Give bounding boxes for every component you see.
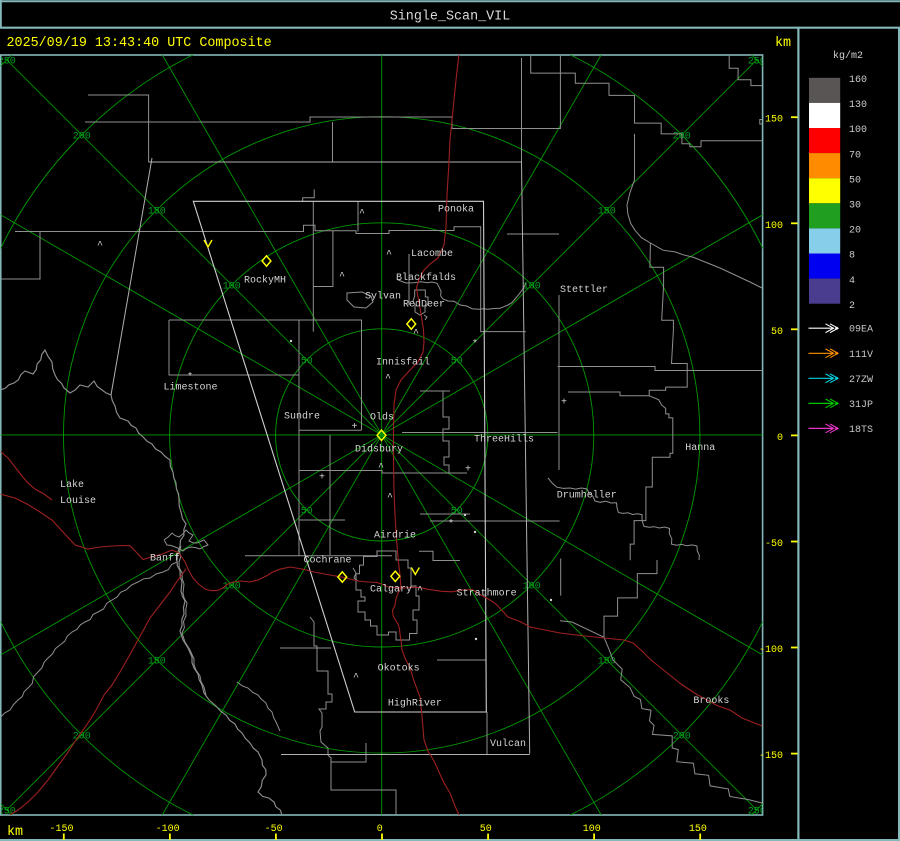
- svg-text:09EA: 09EA: [849, 325, 873, 336]
- svg-text:^: ^: [97, 241, 103, 252]
- svg-text:Stettler: Stettler: [560, 284, 608, 296]
- svg-text:^: ^: [413, 329, 419, 340]
- svg-text:160: 160: [849, 75, 867, 86]
- svg-text:50: 50: [301, 356, 313, 367]
- svg-text:Olds: Olds: [370, 412, 394, 424]
- svg-text:RedDeer: RedDeer: [403, 299, 445, 311]
- svg-text:150: 150: [765, 115, 783, 126]
- svg-text:Single_Scan_VIL: Single_Scan_VIL: [390, 10, 511, 25]
- svg-text:111V: 111V: [849, 350, 873, 361]
- svg-text:^: ^: [359, 209, 365, 220]
- svg-text:100: 100: [849, 125, 867, 136]
- svg-text:150: 150: [148, 656, 166, 667]
- svg-text:Drumheller: Drumheller: [557, 490, 617, 502]
- svg-text:^: ^: [387, 493, 393, 504]
- svg-text:2025/09/19 13:43:40 UTC Compos: 2025/09/19 13:43:40 UTC Composite: [7, 36, 272, 51]
- svg-text:50: 50: [451, 506, 463, 517]
- svg-text:50: 50: [480, 824, 492, 835]
- svg-text:100: 100: [523, 581, 541, 592]
- svg-text:Vulcan: Vulcan: [490, 738, 526, 750]
- svg-text:50: 50: [771, 327, 783, 338]
- svg-text:-150: -150: [49, 824, 73, 835]
- svg-text:150: 150: [148, 206, 166, 217]
- svg-text:2: 2: [849, 301, 855, 312]
- svg-text:150: 150: [689, 824, 707, 835]
- svg-text:100: 100: [765, 221, 783, 232]
- svg-text:100: 100: [523, 281, 541, 292]
- svg-text:Sundre: Sundre: [284, 411, 320, 423]
- svg-text:kg/m2: kg/m2: [833, 50, 863, 62]
- svg-text:+: +: [319, 473, 325, 484]
- svg-text:-50: -50: [265, 824, 283, 835]
- svg-text:HighRiver: HighRiver: [388, 698, 442, 710]
- svg-text:Strathmore: Strathmore: [457, 588, 517, 600]
- svg-text:*: *: [472, 339, 478, 351]
- svg-text:50: 50: [301, 506, 313, 517]
- svg-text:31JP: 31JP: [849, 400, 873, 411]
- svg-text:Sylvan: Sylvan: [365, 291, 401, 303]
- svg-text:30: 30: [849, 201, 861, 212]
- svg-text:200: 200: [673, 731, 691, 742]
- svg-text:-100: -100: [156, 824, 180, 835]
- svg-text:+: +: [465, 465, 471, 476]
- svg-text:ThreeHills: ThreeHills: [474, 434, 534, 446]
- svg-text:Hanna: Hanna: [685, 443, 715, 454]
- svg-text:8: 8: [849, 251, 855, 262]
- svg-text:50: 50: [451, 356, 463, 367]
- svg-text:Lake: Lake: [60, 479, 84, 491]
- svg-text:50: 50: [849, 175, 861, 186]
- svg-text:150: 150: [598, 206, 616, 217]
- svg-text:RockyMH: RockyMH: [244, 275, 286, 287]
- svg-text:100: 100: [223, 281, 241, 292]
- svg-text:0: 0: [777, 433, 783, 444]
- svg-text:Cochrane: Cochrane: [304, 555, 352, 567]
- svg-text:+: +: [561, 398, 567, 409]
- svg-text:^: ^: [378, 463, 384, 474]
- svg-text:Didsbury: Didsbury: [355, 444, 403, 456]
- svg-text:27ZW: 27ZW: [849, 375, 873, 386]
- svg-text:*: *: [448, 519, 454, 531]
- svg-text:Banff: Banff: [150, 553, 180, 565]
- svg-text:Ponoka: Ponoka: [438, 203, 474, 215]
- svg-text:km: km: [775, 36, 791, 51]
- svg-text:20: 20: [849, 226, 861, 237]
- svg-text:Brooks: Brooks: [693, 695, 729, 707]
- svg-text:Okotoks: Okotoks: [378, 663, 420, 675]
- svg-text:Airdrie: Airdrie: [374, 530, 416, 542]
- svg-text:+: +: [351, 422, 357, 433]
- svg-text:130: 130: [849, 100, 867, 111]
- svg-text:200: 200: [73, 131, 91, 142]
- svg-text:0: 0: [377, 824, 383, 835]
- svg-text:Blackfalds: Blackfalds: [396, 272, 456, 284]
- svg-text:100: 100: [583, 824, 601, 835]
- svg-text:^: ^: [353, 673, 359, 684]
- svg-text:Innisfail: Innisfail: [376, 357, 430, 369]
- svg-text:Lacombe: Lacombe: [411, 248, 453, 260]
- svg-text:70: 70: [849, 150, 861, 161]
- svg-text:^: ^: [417, 586, 423, 597]
- svg-text:-50: -50: [765, 539, 783, 550]
- svg-text:-150: -150: [759, 751, 783, 762]
- svg-text:*: *: [187, 372, 193, 384]
- svg-text:4: 4: [849, 276, 855, 287]
- svg-text:250: 250: [0, 56, 16, 67]
- svg-text:^: ^: [386, 250, 392, 261]
- svg-text:18TS: 18TS: [849, 425, 873, 436]
- svg-text:Calgary: Calgary: [370, 584, 412, 596]
- svg-text:^: ^: [385, 374, 391, 385]
- svg-text:Louise: Louise: [60, 495, 96, 507]
- svg-text:^: ^: [339, 272, 345, 283]
- svg-text:km: km: [7, 825, 23, 840]
- svg-text:150: 150: [598, 656, 616, 667]
